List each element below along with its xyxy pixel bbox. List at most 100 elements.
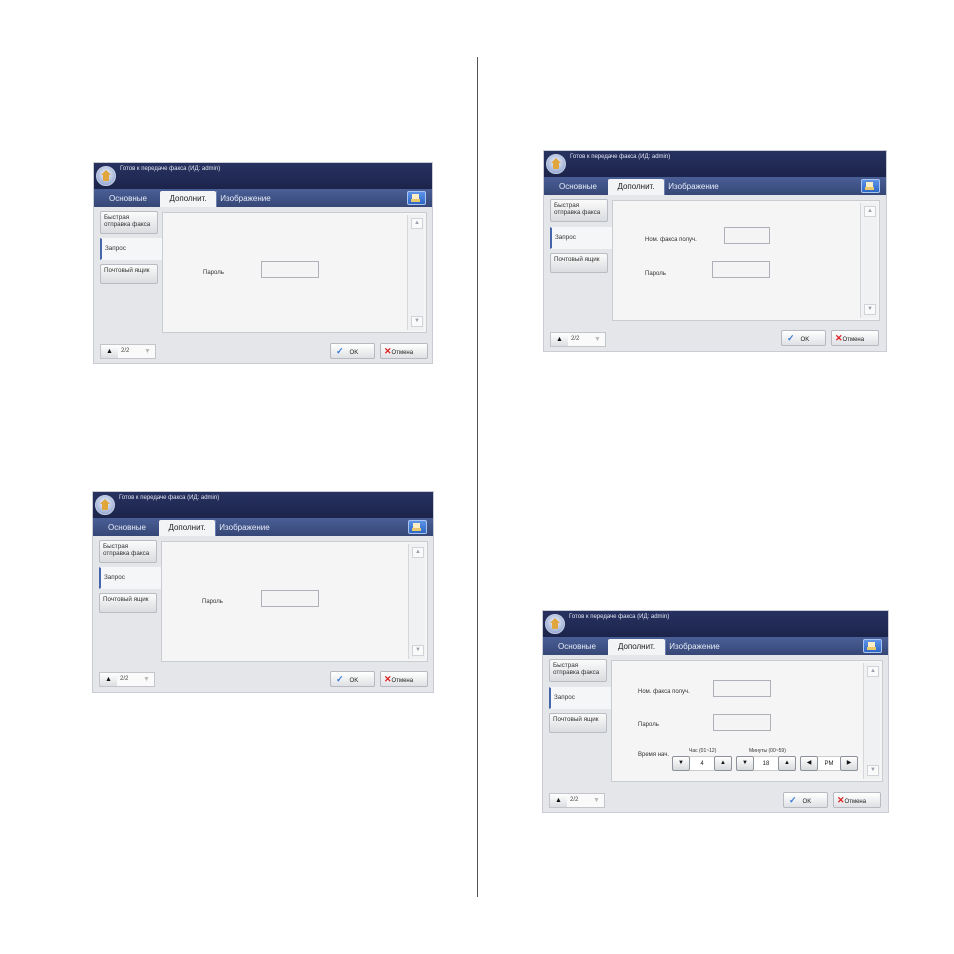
page-indicator: ▲ 2/2 ▼ [549,793,605,808]
down-arrow-icon: ▼ [742,760,748,766]
tab-bar: Основные Дополнит. Изображение [543,637,888,655]
fax-number-field[interactable] [724,227,770,244]
tray-icon[interactable] [861,179,880,193]
password-field[interactable] [713,714,771,731]
hour-up-button[interactable]: ▲ [714,756,732,771]
check-icon: ✓ [336,346,344,356]
fax-screen-number-password-time: Готов к передаче факса (ИД: admin) Основ… [543,611,888,812]
minute-down-button[interactable]: ▼ [736,756,754,771]
sidebar-item-quick-send[interactable]: Быстрая отправка факса [550,199,608,222]
ok-button[interactable]: ✓ OK [330,343,375,359]
page-number: 2/2 [120,676,129,682]
page-number: 2/2 [571,336,580,342]
ok-label: OK [349,350,359,356]
cancel-button[interactable]: ✕Отмена [833,792,881,808]
home-icon[interactable] [96,166,116,186]
tab-image[interactable]: Изображение [665,639,723,655]
password-label: Пароль [638,722,659,728]
tab-advanced[interactable]: Дополнит. [608,639,665,655]
ok-button[interactable]: ✓ OK [781,330,826,346]
down-arrow-icon[interactable]: ▼ [412,645,424,656]
tab-basic[interactable]: Основные [102,191,154,207]
tray-icon[interactable] [407,191,426,205]
home-icon[interactable] [546,154,566,174]
sidebar-item-polling[interactable]: Запрос [99,567,161,589]
ok-button[interactable]: ✓ OK [330,671,375,687]
cancel-button[interactable]: ✕Отмена [380,343,428,359]
cancel-label: Отмена [844,799,867,805]
down-arrow-icon[interactable]: ▼ [864,304,876,315]
home-icon[interactable] [545,614,565,634]
page-down-button[interactable]: ▼ [590,333,605,346]
page-indicator: ▲ 2/2 ▼ [100,344,156,359]
ok-button[interactable]: ✓ OK [783,792,828,808]
x-icon: ✕ [384,674,392,684]
password-field[interactable] [261,261,319,278]
sidebar-item-mailbox[interactable]: Почтовый ящик [550,253,608,273]
tab-advanced[interactable]: Дополнит. [608,179,664,195]
cancel-button[interactable]: ✕Отмена [380,671,428,687]
check-icon: ✓ [336,674,344,684]
cancel-label: Отмена [842,337,865,343]
cancel-button[interactable]: ✕Отмена [831,330,879,346]
minute-up-button[interactable]: ▲ [778,756,796,771]
title-bar: Готов к передаче факса (ИД: admin) [543,611,888,637]
ampm-left-button[interactable]: ◀ [800,756,818,771]
page-indicator: ▲ 2/2 ▼ [550,332,606,347]
sidebar-item-quick-send[interactable]: Быстрая отправка факса [549,659,607,682]
up-arrow-icon[interactable]: ▲ [867,666,879,677]
fax-screen-password: Готов к передаче факса (ИД: admin) Основ… [94,163,432,363]
status-text: Готов к передаче факса (ИД: admin) [119,495,220,501]
tab-basic[interactable]: Основные [101,520,153,536]
tab-advanced[interactable]: Дополнит. [160,191,216,207]
tab-image[interactable]: Изображение [216,191,274,207]
sidebar-item-mailbox[interactable]: Почтовый ящик [549,713,607,733]
page-up-button[interactable]: ▲ [551,333,568,346]
sidebar-item-quick-send[interactable]: Быстрая отправка факса [99,540,157,563]
tray-icon[interactable] [408,520,427,534]
cancel-label: Отмена [391,350,414,356]
status-text: Готов к передаче факса (ИД: admin) [569,614,670,620]
home-icon[interactable] [95,495,115,515]
page-up-button[interactable]: ▲ [101,345,118,358]
page-number: 2/2 [570,797,579,803]
page-down-button[interactable]: ▼ [139,673,154,686]
tab-image[interactable]: Изображение [664,179,722,195]
scrollbar[interactable]: ▲ ▼ [408,544,425,659]
tab-basic[interactable]: Основные [551,639,603,655]
page-up-button[interactable]: ▲ [100,673,117,686]
fax-number-field[interactable] [713,680,771,697]
down-arrow-icon[interactable]: ▼ [867,765,879,776]
tray-icon[interactable] [863,639,882,653]
sidebar-item-polling[interactable]: Запрос [100,238,162,260]
check-icon: ✓ [789,795,797,805]
tab-advanced[interactable]: Дополнит. [159,520,215,536]
scrollbar[interactable]: ▲ ▼ [863,663,880,779]
settings-panel: Пароль ▲ ▼ [162,212,427,333]
scrollbar[interactable]: ▲ ▼ [860,203,877,318]
page-up-button[interactable]: ▲ [550,794,567,807]
ok-label: OK [800,337,810,343]
scrollbar[interactable]: ▲ ▼ [407,215,424,330]
sidebar-item-quick-send[interactable]: Быстрая отправка факса [100,211,158,234]
fax-screen-number-password: Готов к передаче факса (ИД: admin) Основ… [544,151,886,351]
password-field[interactable] [261,590,319,607]
up-arrow-icon[interactable]: ▲ [412,547,424,558]
sidebar-item-mailbox[interactable]: Почтовый ящик [99,593,157,613]
hour-down-button[interactable]: ▼ [672,756,690,771]
up-arrow-icon[interactable]: ▲ [864,206,876,217]
page-down-button[interactable]: ▼ [140,345,155,358]
ampm-right-button[interactable]: ▶ [840,756,858,771]
x-icon: ✕ [384,346,392,356]
up-arrow-icon[interactable]: ▲ [411,218,423,229]
sidebar-item-polling[interactable]: Запрос [549,687,611,709]
tab-image[interactable]: Изображение [215,520,273,536]
page-down-button[interactable]: ▼ [589,794,604,807]
down-arrow-icon[interactable]: ▼ [411,316,423,327]
settings-panel: Ном. факса получ. Пароль Время нач. Час … [611,660,883,782]
tab-basic[interactable]: Основные [552,179,604,195]
sidebar-item-polling[interactable]: Запрос [550,227,612,249]
sidebar-item-mailbox[interactable]: Почтовый ящик [100,264,158,284]
page-divider [477,57,478,897]
password-field[interactable] [712,261,770,278]
